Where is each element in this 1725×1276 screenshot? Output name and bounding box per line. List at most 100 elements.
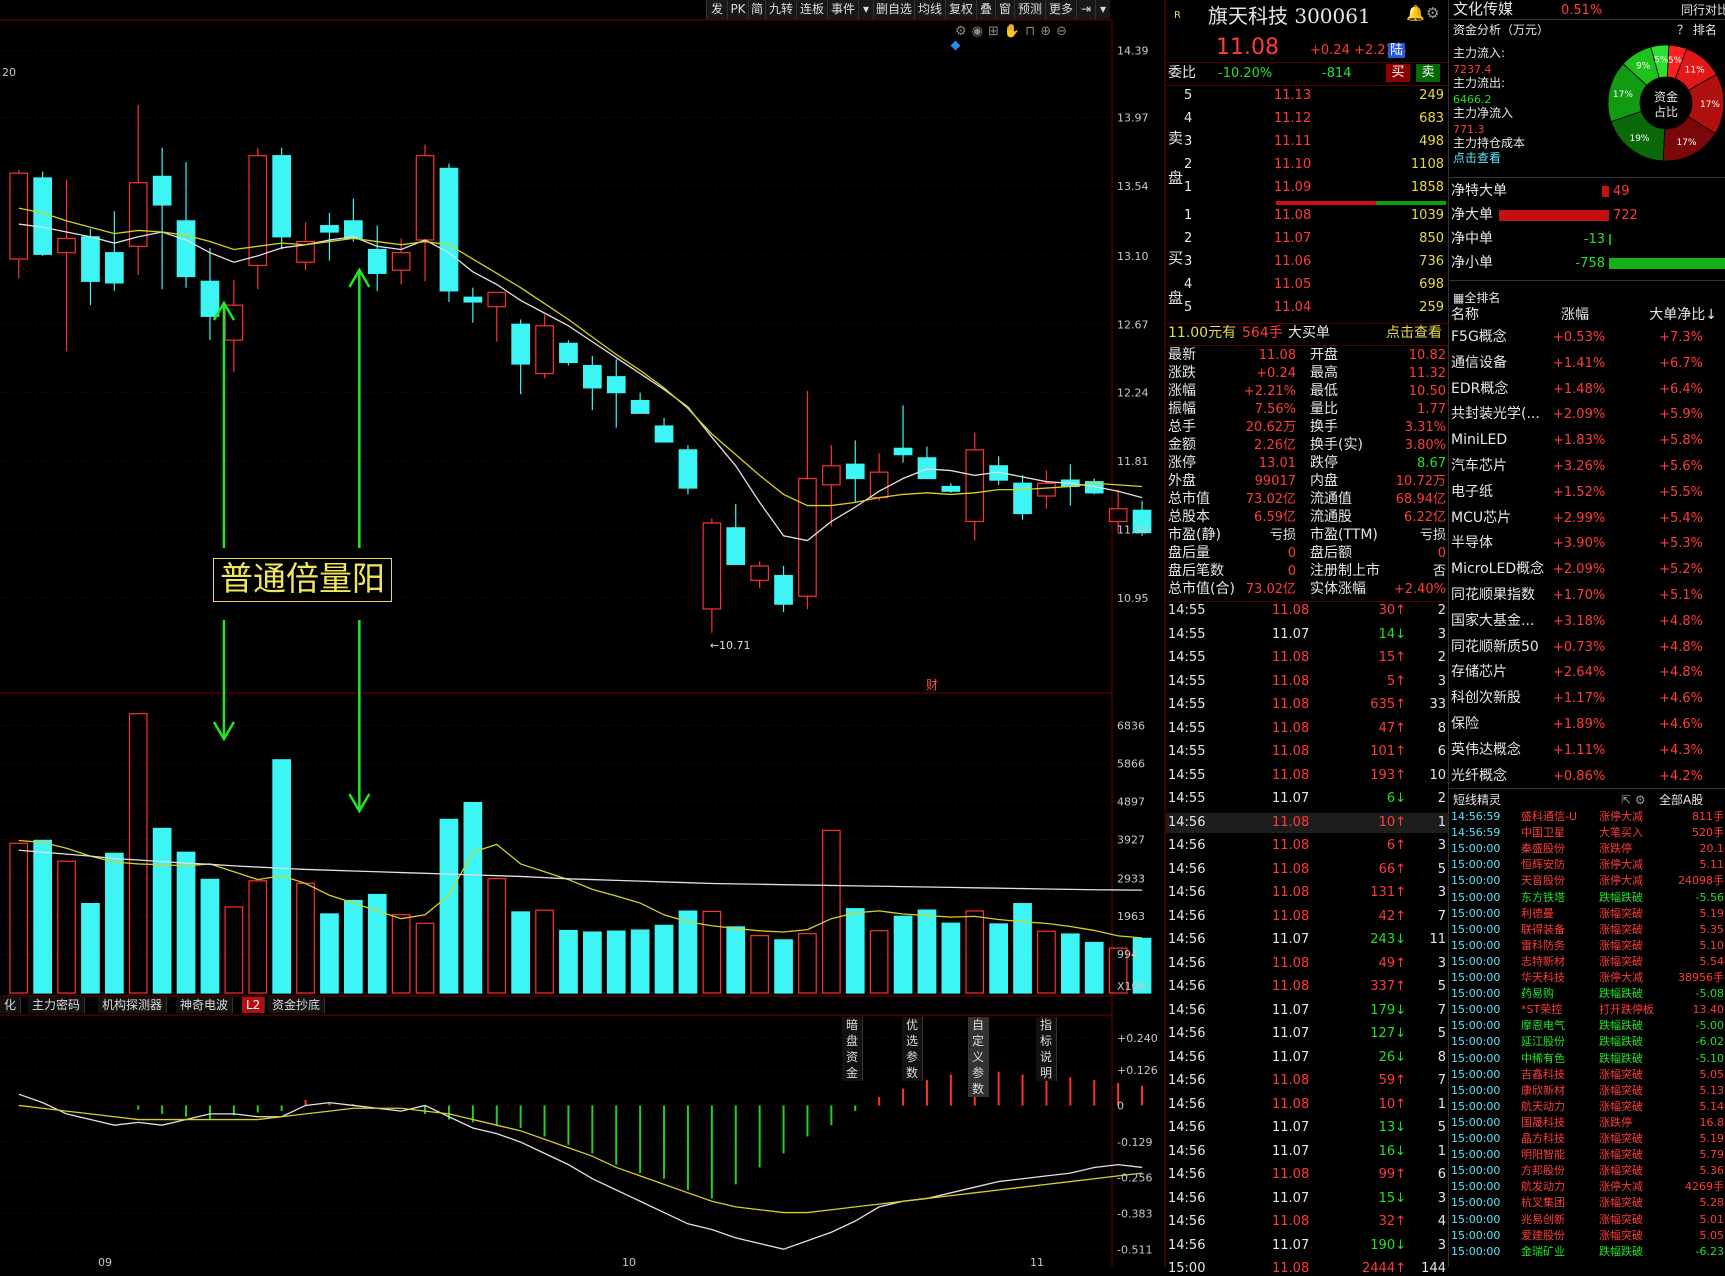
shortline-value: 5.54	[1699, 954, 1725, 968]
concept-header-change[interactable]: 涨幅	[1561, 308, 1589, 323]
shortline-stock[interactable]: 金瑞矿业	[1521, 1245, 1565, 1258]
shortline-stock[interactable]: 杭叉集团	[1521, 1196, 1565, 1209]
shortline-stock[interactable]: 天音股份	[1521, 874, 1565, 887]
concept-name[interactable]: EDR概念	[1451, 381, 1508, 397]
concept-name[interactable]: 国家大基金...	[1451, 613, 1534, 629]
shortline-stock[interactable]: 药易购	[1521, 987, 1554, 1000]
concept-name[interactable]: 电子纸	[1451, 484, 1493, 500]
sell-button[interactable]: 卖	[1416, 64, 1440, 82]
indicator-button[interactable]: 自定义参数	[968, 1017, 990, 1097]
shortline-stock[interactable]: 东方铁塔	[1521, 891, 1565, 904]
shortline-stock[interactable]: 爱建股份	[1521, 1229, 1565, 1242]
shortline-stock[interactable]: 国晟科技	[1521, 1116, 1565, 1129]
shortline-stock[interactable]: 康欣新材	[1521, 1084, 1565, 1097]
concept-name[interactable]: 通信设备	[1451, 355, 1507, 371]
shortline-stock[interactable]: 方邦股份	[1521, 1164, 1565, 1177]
shortline-stock[interactable]: 联得装备	[1521, 923, 1565, 936]
shortline-filter[interactable]: 全部A股	[1659, 793, 1703, 808]
concept-name[interactable]: 同花顺果指数	[1451, 588, 1535, 603]
concept-name[interactable]: 保险	[1451, 717, 1479, 732]
shortline-stock[interactable]: 航天动力	[1521, 1100, 1565, 1113]
toolbar-button[interactable]: 九转	[765, 0, 796, 19]
toolbar-button[interactable]: 删自选	[873, 0, 914, 19]
settings-icon[interactable]: ⚙	[955, 24, 972, 39]
indicator-tab[interactable]: 主力密码	[28, 997, 86, 1013]
price-tick-label: 12.24	[1117, 387, 1149, 400]
rank-help[interactable]: ？ 排名	[1677, 23, 1717, 38]
shortline-stock[interactable]: 吉鑫科技	[1521, 1068, 1565, 1081]
concept-name[interactable]: 存储芯片	[1451, 665, 1507, 680]
concept-name[interactable]: MicroLED概念	[1451, 562, 1544, 577]
gift-icon[interactable]: ⊞	[988, 24, 1004, 39]
concept-header-ratio[interactable]: 大单净比↓	[1607, 308, 1717, 323]
peer-compare-link[interactable]: 同行对比	[1681, 3, 1725, 18]
lock-icon[interactable]: ⊓	[1025, 24, 1040, 39]
toolbar-button[interactable]: ▾	[1095, 0, 1110, 19]
shortline-stock[interactable]: 中国卫星	[1521, 826, 1565, 839]
toolbar-button[interactable]: ⇥	[1076, 0, 1095, 19]
shortline-stock[interactable]: 雷科防务	[1521, 939, 1565, 952]
eye-icon[interactable]: ◉	[972, 24, 988, 39]
concept-name[interactable]: 共封装光学(...	[1451, 407, 1540, 422]
toolbar-button[interactable]: 复权	[945, 0, 976, 19]
zoom-out-icon[interactable]: ⊖	[1056, 24, 1072, 39]
concept-name[interactable]: 科创次新股	[1451, 691, 1521, 706]
concept-name[interactable]: 汽车芯片	[1451, 459, 1507, 474]
shortline-stock[interactable]: 华天科技	[1521, 971, 1565, 984]
toolbar-button[interactable]: 连板	[796, 0, 827, 19]
indicator-button[interactable]: 暗盘资金	[842, 1017, 864, 1081]
big-order-link[interactable]: 点击查看	[1386, 326, 1442, 341]
shortline-stock[interactable]: 中稀有色	[1521, 1052, 1565, 1065]
shortline-stock[interactable]: 摩恩电气	[1521, 1019, 1565, 1032]
stat-label: 涨幅	[1168, 383, 1196, 399]
concept-name[interactable]: 光纤概念	[1451, 768, 1507, 784]
toolbar-button[interactable]: 均线	[914, 0, 945, 19]
buy-button[interactable]: 买	[1386, 64, 1410, 82]
shortline-stock[interactable]: 秦盛股份	[1521, 842, 1565, 855]
toolbar-button[interactable]: ▾	[858, 0, 873, 19]
concept-name[interactable]: 同花顺新质50	[1451, 639, 1539, 655]
toolbar-button[interactable]: 发	[706, 0, 727, 19]
concept-name[interactable]: MCU芯片	[1451, 510, 1511, 526]
concept-name[interactable]: MiniLED	[1451, 433, 1507, 448]
shortline-stock[interactable]: 航发动力	[1521, 1180, 1565, 1193]
book-level: 4	[1184, 277, 1193, 292]
toolbar-button[interactable]: 更多	[1045, 0, 1076, 19]
toolbar-button[interactable]: 预测	[1014, 0, 1045, 19]
shortline-stock[interactable]: *ST荣控	[1521, 1003, 1562, 1016]
shortline-stock[interactable]: 兆易创新	[1521, 1213, 1565, 1226]
shortline-stock[interactable]: 盛科通信-U	[1521, 810, 1577, 823]
hand-icon[interactable]: ✋	[1004, 24, 1025, 39]
toolbar-button[interactable]: 事件	[827, 0, 858, 19]
ranking-tab[interactable]: ▦全排名	[1453, 291, 1500, 306]
gear-icon[interactable]: ⚙	[1426, 6, 1439, 21]
indicator-button[interactable]: 优选参数	[902, 1017, 924, 1081]
concept-name[interactable]: 半导体	[1451, 536, 1493, 551]
indicator-tab[interactable]: 机构探测器	[98, 997, 168, 1013]
indicator-tab[interactable]: 资金抄底	[268, 997, 326, 1013]
indicator-button[interactable]: 指标说明	[1036, 1017, 1058, 1081]
shortline-stock[interactable]: 志特新材	[1521, 955, 1565, 968]
zoom-in-icon[interactable]: ⊕	[1040, 24, 1056, 39]
toolbar-button[interactable]: 窗	[995, 0, 1014, 19]
indicator-tab[interactable]: 化	[0, 997, 22, 1013]
volume-tick-label: 994	[1117, 948, 1138, 961]
bell-icon[interactable]: 🔔	[1406, 6, 1425, 21]
shortline-stock[interactable]: 恒辉安防	[1521, 858, 1565, 871]
shortline-event: 涨幅突破	[1599, 1212, 1643, 1226]
cost-link[interactable]: 点击查看	[1453, 151, 1501, 166]
shortline-stock[interactable]: 明阳智能	[1521, 1148, 1565, 1161]
volume-bar	[917, 909, 937, 994]
indicator-tab[interactable]: 神奇电波	[176, 997, 234, 1013]
shortline-stock[interactable]: 利德曼	[1521, 907, 1554, 920]
toolbar-button[interactable]: 叠	[976, 0, 995, 19]
toolbar-button[interactable]: PK	[727, 0, 748, 19]
concept-name[interactable]: 英伟达概念	[1451, 742, 1521, 758]
shortline-stock[interactable]: 延江股份	[1521, 1035, 1565, 1048]
shortline-stock[interactable]: 晶方科技	[1521, 1132, 1565, 1145]
shortline-config-icon[interactable]: ⇱ ⚙	[1621, 793, 1646, 808]
concept-name[interactable]: F5G概念	[1451, 330, 1507, 345]
toolbar-button[interactable]: 简	[748, 0, 765, 19]
indicator-tab[interactable]: L2	[242, 997, 266, 1013]
concept-header-name[interactable]: 名称	[1451, 308, 1479, 323]
